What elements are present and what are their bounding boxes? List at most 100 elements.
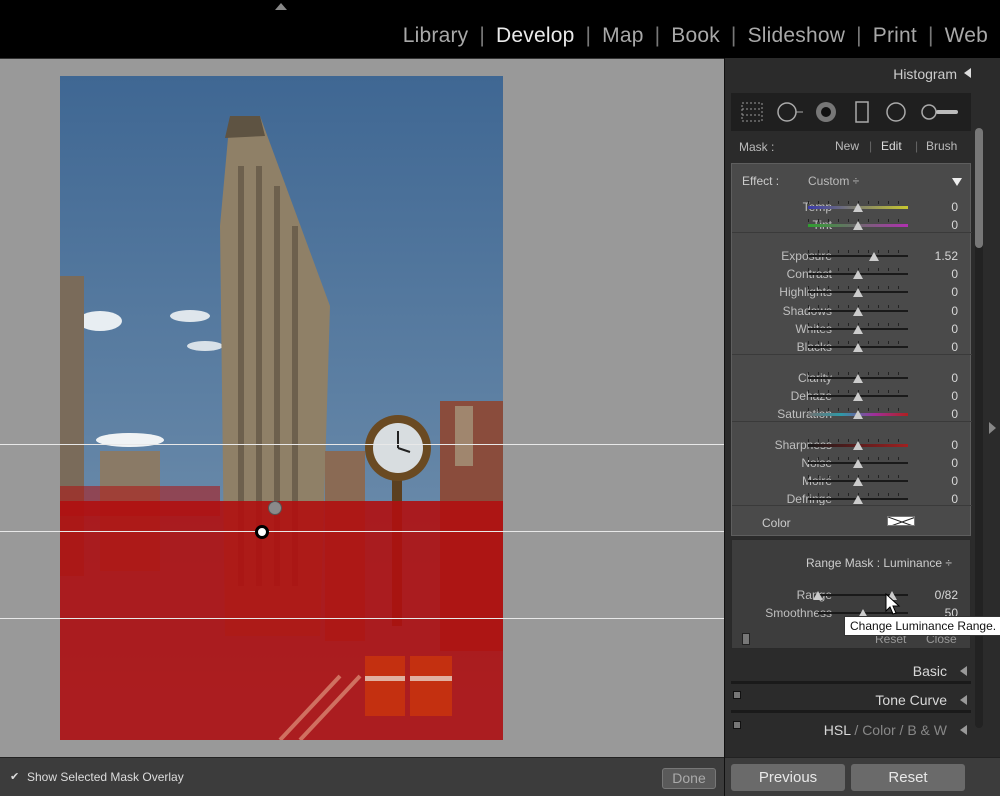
adjustment-brush-icon[interactable] bbox=[919, 100, 961, 124]
section-toggle-switch[interactable] bbox=[733, 721, 741, 729]
noise-value[interactable]: 0 bbox=[918, 456, 958, 470]
module-map[interactable]: Map bbox=[602, 24, 643, 48]
blacks-slider-thumb[interactable] bbox=[853, 343, 863, 352]
panel-toggle-switch[interactable] bbox=[742, 633, 750, 645]
tint-slider-thumb[interactable] bbox=[853, 221, 863, 230]
color-tab[interactable]: Color bbox=[862, 722, 895, 738]
mask-new-button[interactable]: New bbox=[835, 139, 859, 153]
expand-section-icon[interactable] bbox=[960, 695, 967, 705]
photo[interactable] bbox=[60, 76, 503, 740]
basic-section-header[interactable]: Basic bbox=[731, 656, 971, 684]
shadows-slider-thumb[interactable] bbox=[853, 307, 863, 316]
range-left-thumb[interactable] bbox=[813, 591, 823, 600]
previous-button[interactable]: Previous bbox=[731, 764, 845, 791]
radial-filter-icon[interactable] bbox=[883, 100, 909, 124]
module-library[interactable]: Library bbox=[403, 24, 469, 48]
done-button[interactable]: Done bbox=[662, 768, 716, 789]
effect-preset-row[interactable]: Effect : Custom ÷ bbox=[732, 172, 972, 190]
moir-slider-row[interactable]: Moiré0 bbox=[732, 472, 972, 490]
dehaze-value[interactable]: 0 bbox=[918, 389, 958, 403]
moir-value[interactable]: 0 bbox=[918, 474, 958, 488]
contrast-slider-thumb[interactable] bbox=[853, 270, 863, 279]
red-eye-icon[interactable] bbox=[813, 100, 839, 124]
mask-edit-button[interactable]: Edit bbox=[881, 139, 902, 153]
panel-scrollbar[interactable] bbox=[975, 128, 983, 728]
sharpness-value[interactable]: 0 bbox=[918, 438, 958, 452]
hsl-section-header[interactable]: HSL / Color / B & W bbox=[731, 715, 971, 743]
module-slideshow[interactable]: Slideshow bbox=[748, 24, 846, 48]
module-print[interactable]: Print bbox=[873, 24, 917, 48]
hsl-tab[interactable]: HSL bbox=[824, 722, 851, 738]
range-slider-row[interactable]: Range 0/82 bbox=[732, 586, 972, 604]
tone-curve-section-header[interactable]: Tone Curve bbox=[731, 685, 971, 713]
highlights-value[interactable]: 0 bbox=[918, 285, 958, 299]
gradient-guide-line-bottom[interactable] bbox=[0, 618, 724, 619]
mask-label: Mask : bbox=[739, 140, 775, 154]
mask-pin-inactive[interactable] bbox=[268, 501, 282, 515]
collapse-top-panel-icon[interactable] bbox=[275, 3, 287, 10]
section-toggle-switch[interactable] bbox=[733, 691, 741, 699]
clarity-value[interactable]: 0 bbox=[918, 371, 958, 385]
temp-value[interactable]: 0 bbox=[918, 200, 958, 214]
effect-preset-select[interactable]: Custom ÷ bbox=[808, 174, 859, 188]
expand-section-icon[interactable] bbox=[960, 666, 967, 676]
whites-slider-thumb[interactable] bbox=[853, 325, 863, 334]
saturation-slider-thumb[interactable] bbox=[853, 410, 863, 419]
defringe-value[interactable]: 0 bbox=[918, 492, 958, 506]
saturation-value[interactable]: 0 bbox=[918, 407, 958, 421]
expand-histogram-icon[interactable] bbox=[964, 68, 971, 78]
exposure-slider-thumb[interactable] bbox=[869, 252, 879, 261]
disclosure-triangle-icon[interactable] bbox=[952, 178, 962, 186]
checkmark-icon[interactable]: ✔ bbox=[10, 771, 21, 783]
shadows-value[interactable]: 0 bbox=[918, 304, 958, 318]
blacks-value[interactable]: 0 bbox=[918, 340, 958, 354]
mask-brush-button[interactable]: Brush bbox=[926, 139, 957, 153]
moir-slider-thumb[interactable] bbox=[853, 477, 863, 486]
contrast-slider-row[interactable]: Contrast0 bbox=[732, 265, 972, 283]
overlay-toggle-label: Show Selected Mask Overlay bbox=[27, 770, 184, 784]
clarity-slider-row[interactable]: Clarity0 bbox=[732, 369, 972, 387]
clarity-slider-thumb[interactable] bbox=[853, 374, 863, 383]
expand-section-icon[interactable] bbox=[960, 725, 967, 735]
defringe-slider-thumb[interactable] bbox=[853, 495, 863, 504]
highlights-slider-row[interactable]: Highlights 0 bbox=[732, 283, 972, 301]
temp-slider-thumb[interactable] bbox=[853, 203, 863, 212]
module-web[interactable]: Web bbox=[945, 24, 988, 48]
temp-slider-row[interactable]: Temp0 bbox=[732, 198, 972, 216]
range-mask-type-select[interactable]: Range Mask : Luminance ÷ bbox=[806, 556, 952, 570]
gradient-guide-line-center[interactable] bbox=[0, 531, 724, 532]
mask-pin-active[interactable] bbox=[255, 525, 269, 539]
hsl-section-title: HSL / Color / B & W bbox=[824, 722, 947, 738]
color-swatch-empty-icon[interactable] bbox=[887, 516, 915, 526]
collapse-right-panel-icon[interactable] bbox=[989, 422, 996, 434]
tool-strip bbox=[731, 93, 971, 131]
whites-value[interactable]: 0 bbox=[918, 322, 958, 336]
show-mask-overlay-toggle[interactable]: ✔ Show Selected Mask Overlay bbox=[10, 770, 184, 784]
module-book[interactable]: Book bbox=[671, 24, 720, 48]
histogram-header[interactable]: Histogram bbox=[731, 58, 971, 88]
gradient-guide-line-top[interactable] bbox=[0, 444, 724, 445]
sharpness-slider-row[interactable]: Sharpness 0 bbox=[732, 436, 972, 454]
whites-slider-row[interactable]: Whites0 bbox=[732, 320, 972, 338]
spot-removal-icon[interactable] bbox=[775, 100, 805, 124]
highlights-slider-thumb[interactable] bbox=[853, 288, 863, 297]
contrast-value[interactable]: 0 bbox=[918, 267, 958, 281]
noise-slider-thumb[interactable] bbox=[853, 459, 863, 468]
noise-slider-row[interactable]: Noise0 bbox=[732, 454, 972, 472]
bw-tab[interactable]: B & W bbox=[907, 722, 947, 738]
module-separator: | bbox=[654, 24, 661, 47]
exposure-value[interactable]: 1.52 bbox=[918, 249, 958, 263]
dehaze-slider-row[interactable]: Dehaze0 bbox=[732, 387, 972, 405]
crop-overlay-icon[interactable] bbox=[739, 100, 765, 124]
sharpness-slider-thumb[interactable] bbox=[853, 441, 863, 450]
shadows-slider-row[interactable]: Shadows0 bbox=[732, 302, 972, 320]
tint-value[interactable]: 0 bbox=[918, 218, 958, 232]
dehaze-slider-thumb[interactable] bbox=[853, 392, 863, 401]
graduated-filter-icon[interactable] bbox=[851, 100, 873, 124]
scrollbar-thumb[interactable] bbox=[975, 128, 983, 248]
exposure-slider-row[interactable]: Exposure 1.52 bbox=[732, 247, 972, 265]
image-canvas[interactable] bbox=[0, 58, 724, 757]
reset-button[interactable]: Reset bbox=[851, 764, 965, 791]
exposure-slider-track[interactable] bbox=[808, 255, 908, 257]
module-develop[interactable]: Develop bbox=[496, 24, 574, 48]
